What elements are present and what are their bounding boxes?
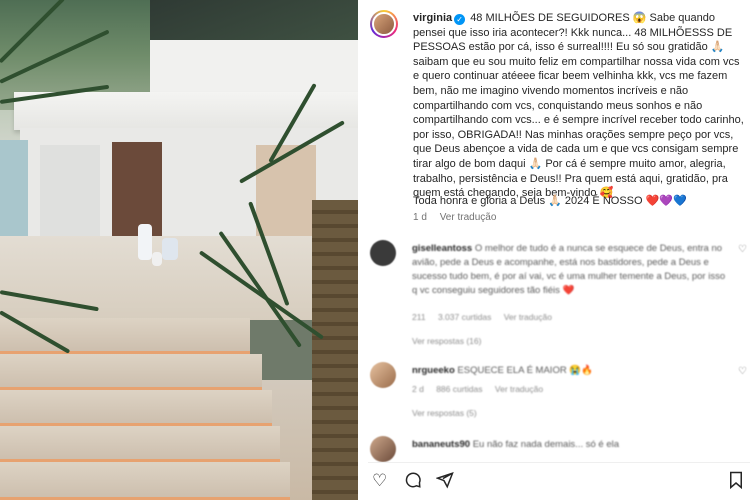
wooden-door	[112, 142, 162, 238]
terrace-floor	[0, 236, 358, 326]
translate-link[interactable]: Ver tradução	[495, 384, 543, 394]
avatar[interactable]	[370, 436, 396, 462]
child-figure	[152, 252, 162, 266]
palm-trunk	[312, 200, 358, 500]
comment-time: 211	[412, 312, 426, 322]
username-link[interactable]: virginia	[413, 12, 452, 24]
post-photo[interactable]	[0, 0, 358, 500]
comment-username[interactable]: bananeuts90	[412, 439, 470, 450]
save-icon[interactable]	[728, 471, 744, 494]
heart-icon[interactable]: ♡	[738, 244, 747, 255]
stair-step	[0, 390, 272, 426]
person-figure	[162, 238, 178, 260]
stair-step	[0, 426, 280, 462]
translate-link[interactable]: Ver tradução	[504, 312, 552, 322]
glass-window-left	[0, 140, 28, 248]
translate-link[interactable]: Ver tradução	[440, 212, 497, 223]
heart-icon[interactable]: ♡	[738, 366, 747, 377]
avatar[interactable]	[370, 10, 398, 38]
avatar[interactable]	[370, 362, 396, 388]
stair-step	[0, 354, 262, 390]
glass-window-right	[256, 145, 316, 240]
view-replies-button[interactable]: Ver respostas (5)	[412, 408, 477, 418]
comment-username[interactable]: nrgueeko	[412, 365, 455, 376]
comment-meta: 211 3.037 curtidas Ver tradução	[412, 312, 562, 322]
caption-text-line2: Toda honra e gloria a Deus 🙏🏻 2024 É NOS…	[413, 195, 687, 207]
person-figure	[138, 224, 152, 260]
comment-username[interactable]: giselleantoss	[412, 243, 472, 254]
comment-likes[interactable]: 886 curtidas	[436, 384, 482, 394]
view-replies-button[interactable]: Ver respostas (16)	[412, 336, 481, 346]
house-wall	[40, 145, 100, 240]
comment-meta: 2 d 886 curtidas Ver tradução	[412, 384, 553, 394]
verified-badge-icon: ✓	[454, 14, 466, 25]
comments-panel: virginia ✓ 48 MILHÕES DE SEGUIDORES 😱 Sab…	[358, 0, 750, 500]
share-icon[interactable]	[435, 471, 454, 494]
heart-icon[interactable]: ♡	[372, 471, 387, 491]
post-time: 1 d	[413, 212, 427, 223]
action-bar: ♡	[368, 466, 750, 500]
divider	[368, 462, 750, 463]
upper-wall	[150, 40, 358, 100]
post-meta: 1 d Ver tradução	[413, 212, 506, 223]
post-caption: virginia ✓ 48 MILHÕES DE SEGUIDORES 😱 Sab…	[413, 11, 748, 201]
comment-text: bananeuts90 Eu não faz nada demais... só…	[412, 439, 620, 450]
caption-text: 48 MILHÕES DE SEGUIDORES 😱 Sabe quando p…	[413, 12, 744, 200]
avatar[interactable]	[370, 240, 396, 266]
comment-text: giselleantoss O melhor de tudo é a nunca…	[412, 243, 726, 296]
comment-text: nrgueeko ESQUECE ELA É MAIOR 😭🔥	[412, 365, 593, 376]
comment-likes[interactable]: 3.037 curtidas	[438, 312, 491, 322]
comment-icon[interactable]	[404, 471, 422, 494]
stair-step	[0, 462, 290, 500]
comment-time: 2 d	[412, 384, 424, 394]
